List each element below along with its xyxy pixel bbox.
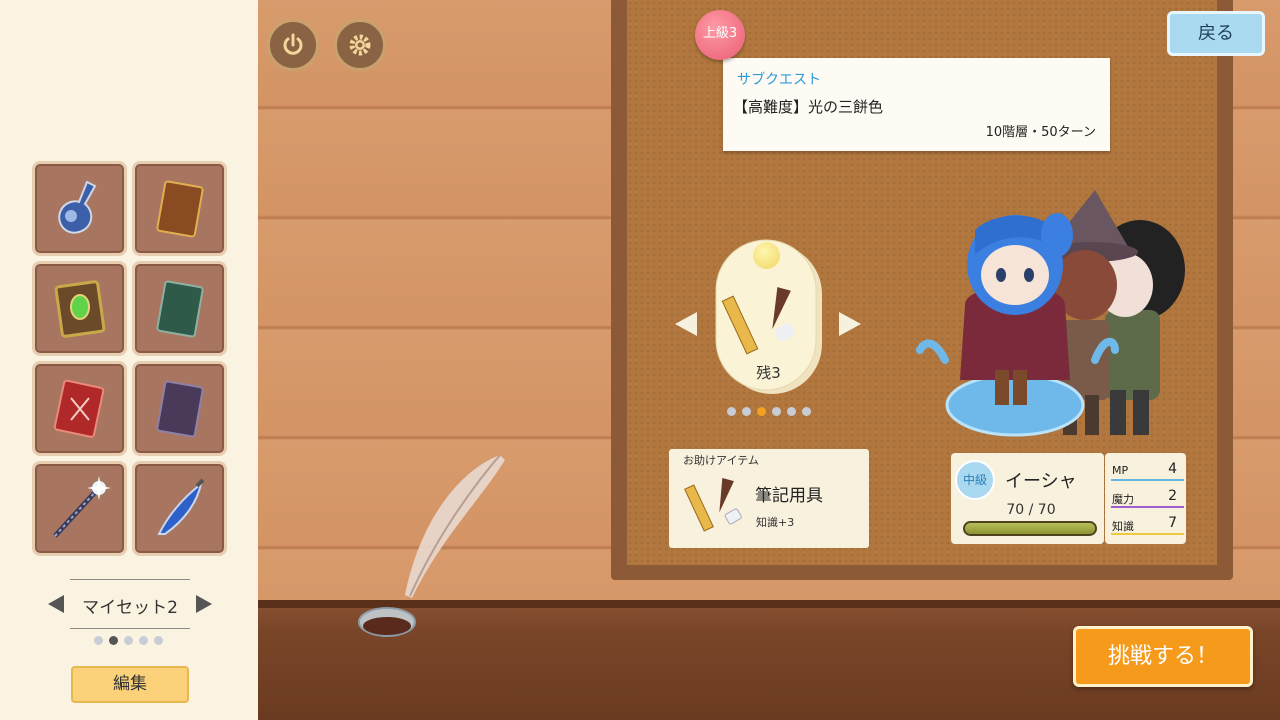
challenge-button[interactable]: 挑戦する！ (1073, 626, 1253, 687)
myset-label: マイセット2 (82, 598, 178, 618)
stat-label: MP (1112, 464, 1129, 477)
stat-value: 2 (1168, 488, 1177, 504)
helper-item-effect: 知識+3 (756, 516, 795, 529)
item-slot-1[interactable] (32, 161, 127, 256)
page-dot-active[interactable] (109, 636, 118, 645)
character-rank-badge: 中級 (955, 460, 995, 500)
quest-level-badge: 上級3 (695, 10, 745, 60)
settings-button[interactable] (334, 19, 386, 71)
helper-remaining: 残3 (756, 364, 781, 382)
gear-icon (349, 34, 371, 56)
hp-bar-fill (965, 523, 1095, 534)
stat-mp: MP 4 (1112, 461, 1182, 477)
item-slot-5[interactable] (32, 361, 127, 456)
page-dot[interactable] (772, 407, 781, 416)
helper-next-arrow[interactable] (839, 312, 861, 336)
stationery-icon (684, 477, 742, 532)
page-dot[interactable] (124, 636, 133, 645)
item-slot-7[interactable] (32, 461, 127, 556)
party-characters-illustration[interactable] (915, 190, 1210, 440)
item-slot-2[interactable] (132, 161, 227, 256)
stat-mp-line (1111, 479, 1184, 481)
helper-card-title: お助けアイテム (683, 454, 759, 467)
page-dot[interactable] (154, 636, 163, 645)
pin-icon (753, 242, 780, 269)
character-hp-text: 70 / 70 (1006, 502, 1056, 518)
item-sidebar: マイセット2 編集 (0, 0, 258, 720)
teal-book-icon (155, 280, 204, 337)
stat-knowledge-line (1111, 533, 1184, 535)
myset-page-dots (94, 636, 163, 645)
edit-button[interactable]: 編集 (71, 666, 189, 703)
page-dot[interactable] (742, 407, 751, 416)
stat-knowledge: 知識 7 (1112, 515, 1182, 534)
page-dot[interactable] (139, 636, 148, 645)
myset-divider-bottom (70, 628, 190, 629)
helper-prev-arrow[interactable] (675, 312, 697, 336)
purple-book-icon (155, 380, 204, 437)
page-dot[interactable] (802, 407, 811, 416)
page-dot-active[interactable] (757, 407, 766, 416)
character-name: イーシャ (1005, 471, 1077, 492)
stat-magic-line (1111, 506, 1184, 508)
quest-detail: 10階層・50ターン (985, 125, 1096, 140)
page-dot[interactable] (787, 407, 796, 416)
quill-inkwell-icon (358, 454, 505, 637)
myset-divider-top (70, 579, 190, 580)
item-slot-6[interactable] (132, 361, 227, 456)
brown-book-icon (155, 180, 204, 237)
stat-magic: 魔力 2 (1112, 488, 1182, 507)
quest-type: サブクエスト (737, 72, 821, 88)
myset-prev-arrow[interactable] (48, 595, 64, 613)
page-dot[interactable] (94, 636, 103, 645)
potion-flask-icon (57, 180, 96, 234)
quest-name: 【高難度】光の三餅色 (733, 98, 884, 116)
item-slot-8[interactable] (132, 461, 227, 556)
green-gem-tome-icon (54, 279, 105, 338)
back-button[interactable]: 戻る (1167, 11, 1265, 56)
character-hp-bar (963, 521, 1097, 536)
stat-label: 魔力 (1112, 493, 1134, 506)
page-dot[interactable] (727, 407, 736, 416)
power-icon (283, 33, 303, 55)
power-button[interactable] (267, 19, 319, 71)
stat-value: 4 (1168, 461, 1177, 477)
blue-dagger-icon (156, 478, 204, 535)
item-slot-3[interactable] (32, 261, 127, 356)
item-slot-4[interactable] (132, 261, 227, 356)
myset-next-arrow[interactable] (196, 595, 212, 613)
red-book-icon (53, 379, 104, 438)
stat-label: 知識 (1112, 520, 1134, 533)
crystal-wand-icon (52, 475, 111, 538)
stat-value: 7 (1168, 515, 1177, 531)
helper-page-dots (727, 407, 811, 416)
helper-item-name: 筆記用具 (755, 486, 823, 506)
